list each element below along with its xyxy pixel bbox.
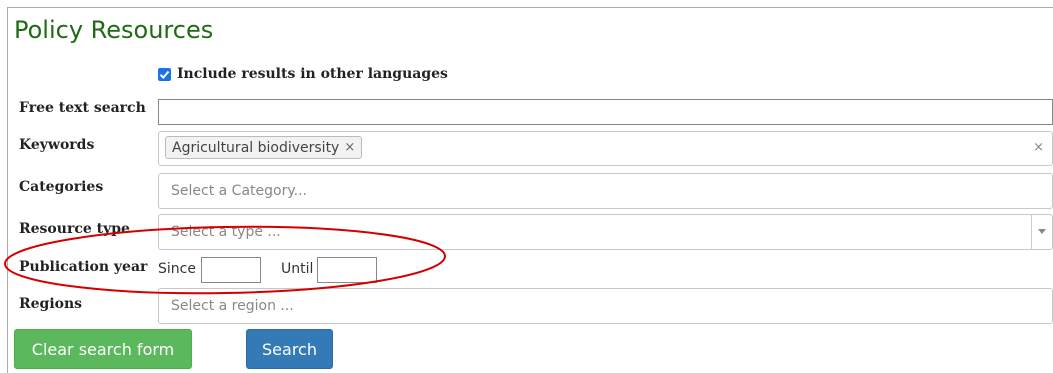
publication-year-label: Publication year <box>19 259 148 275</box>
regions-placeholder: Select a region ... <box>171 298 294 314</box>
resource-type-placeholder: Select a type ... <box>171 224 281 240</box>
resource-type-label: Resource type <box>19 221 130 237</box>
close-icon[interactable]: × <box>1033 140 1044 155</box>
categories-select[interactable]: Select a Category... <box>158 173 1053 209</box>
categories-label: Categories <box>19 179 104 195</box>
keywords-label: Keywords <box>19 137 95 153</box>
page-title: Policy Resources <box>14 16 214 44</box>
dropdown-separator <box>1031 215 1032 249</box>
regions-select[interactable]: Select a region ... <box>158 288 1053 324</box>
keyword-tag-label: Agricultural biodiversity <box>172 139 340 156</box>
checkmark-icon <box>159 70 170 79</box>
since-year-input[interactable] <box>201 257 261 283</box>
search-button[interactable]: Search <box>246 329 333 369</box>
until-year-input[interactable] <box>317 257 377 283</box>
regions-label: Regions <box>19 296 83 312</box>
categories-placeholder: Select a Category... <box>171 183 307 199</box>
close-icon[interactable]: × <box>344 140 355 155</box>
panel-border-top <box>7 7 1053 8</box>
include-languages-label: Include results in other languages <box>177 66 448 82</box>
chevron-down-icon[interactable] <box>1038 229 1046 234</box>
until-label: Until <box>281 261 314 277</box>
resource-type-select[interactable]: Select a type ... <box>158 214 1053 250</box>
since-label: Since <box>158 261 196 277</box>
panel-border-left <box>7 7 8 373</box>
keyword-tag[interactable]: Agricultural biodiversity × <box>165 136 363 159</box>
free-text-label: Free text search <box>19 100 146 116</box>
clear-search-form-button[interactable]: Clear search form <box>14 329 192 369</box>
free-text-input[interactable] <box>158 99 1053 125</box>
include-languages-checkbox[interactable] <box>158 67 171 81</box>
keywords-select[interactable]: Agricultural biodiversity × × <box>158 131 1053 166</box>
include-languages-row[interactable]: Include results in other languages <box>158 66 448 82</box>
